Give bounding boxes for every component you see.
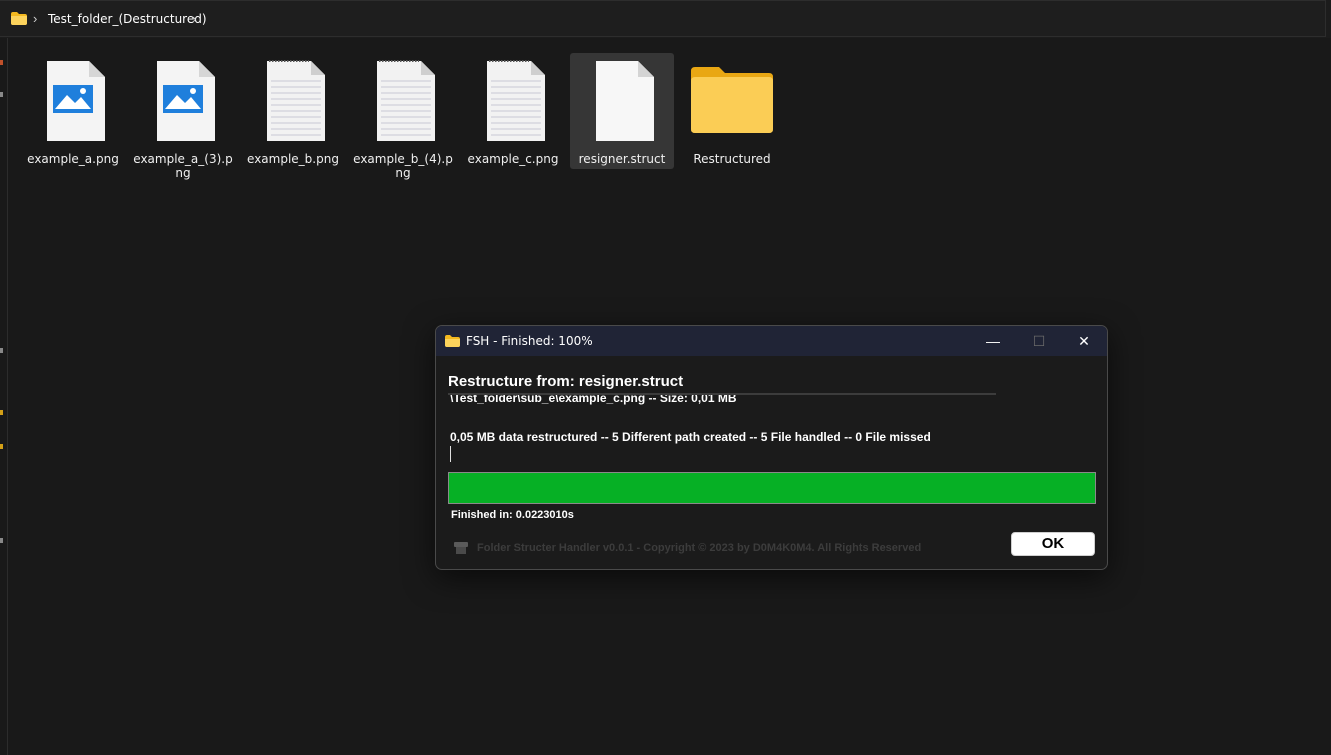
file-item[interactable]: example_a.png bbox=[21, 53, 125, 183]
maximize-button[interactable]: ☐ bbox=[1016, 326, 1062, 356]
image-icon bbox=[47, 61, 105, 141]
fsh-dialog: FSH - Finished: 100% — ☐ ✕ Restructure f… bbox=[435, 325, 1108, 570]
document-icon bbox=[487, 60, 545, 141]
breadcrumb-folder[interactable]: Test_folder_(Destructured) bbox=[48, 12, 207, 26]
app-logo-icon bbox=[454, 542, 468, 554]
file-name: example_c.png bbox=[467, 152, 559, 166]
file-item[interactable]: example_b.png bbox=[241, 53, 345, 183]
ok-button[interactable]: OK bbox=[1011, 532, 1095, 556]
file-item-selected[interactable]: resigner.struct bbox=[570, 53, 674, 169]
file-item[interactable]: example_b_(4).png bbox=[351, 53, 455, 183]
document-icon bbox=[267, 60, 325, 141]
breadcrumb[interactable]: › Test_folder_(Destructured) › bbox=[0, 0, 1326, 37]
minimize-button[interactable]: — bbox=[970, 326, 1016, 356]
file-item[interactable]: example_a_(3).png bbox=[131, 53, 235, 183]
folder-icon bbox=[445, 335, 460, 347]
summary-text: 0,05 MB data restructured -- 5 Different… bbox=[450, 430, 931, 444]
folder-icon bbox=[11, 12, 27, 25]
folder-item[interactable]: Restructured bbox=[680, 53, 784, 183]
dialog-titlebar[interactable]: FSH - Finished: 100% — ☐ ✕ bbox=[436, 326, 1107, 356]
dialog-heading: Restructure from: resigner.struct bbox=[448, 373, 684, 390]
text-caret bbox=[450, 446, 451, 462]
file-name: example_b_(4).png bbox=[353, 152, 453, 180]
finished-time: Finished in: 0.0223010s bbox=[451, 509, 574, 521]
nav-marker bbox=[0, 444, 3, 449]
nav-marker bbox=[0, 348, 3, 353]
current-path-label: \Test_folder\sub_e\example_c.png -- Size… bbox=[450, 395, 737, 405]
folder-icon bbox=[691, 67, 773, 133]
file-name: example_b.png bbox=[247, 152, 339, 166]
nav-marker bbox=[0, 410, 3, 415]
blank-file-icon bbox=[596, 61, 654, 141]
file-name: resigner.struct bbox=[578, 152, 666, 166]
nav-marker bbox=[0, 92, 3, 97]
address-bar: › Test_folder_(Destructured) › bbox=[0, 0, 1331, 38]
chevron-right-icon: › bbox=[33, 11, 38, 26]
nav-marker bbox=[0, 538, 3, 543]
file-name: example_a_(3).png bbox=[133, 152, 233, 180]
nav-marker bbox=[0, 60, 3, 65]
image-icon bbox=[157, 61, 215, 141]
nav-pane-edge[interactable] bbox=[0, 38, 8, 755]
dialog-title: FSH - Finished: 100% bbox=[466, 334, 593, 348]
file-name: Restructured bbox=[693, 152, 771, 166]
file-name: example_a.png bbox=[27, 152, 119, 166]
file-item[interactable]: example_c.png bbox=[461, 53, 565, 183]
progress-bar bbox=[448, 472, 1096, 504]
document-icon bbox=[377, 60, 435, 141]
progress-fill bbox=[449, 473, 1095, 503]
current-path-text: \Test_folder\sub_e\example_c.png -- Size… bbox=[450, 395, 737, 406]
copyright-footer: Folder Structer Handler v0.0.1 - Copyrig… bbox=[477, 542, 922, 554]
close-button[interactable]: ✕ bbox=[1061, 326, 1107, 356]
chevron-right-icon[interactable]: › bbox=[192, 11, 196, 26]
